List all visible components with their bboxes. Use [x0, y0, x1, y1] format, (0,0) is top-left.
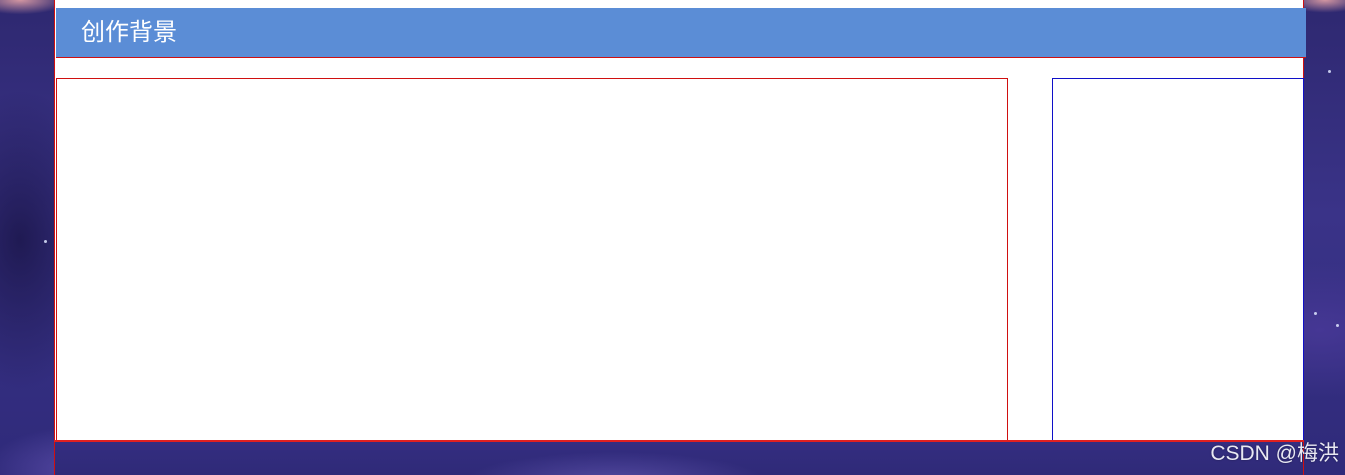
- section-title: 创作背景: [81, 19, 177, 46]
- section-header: 创作背景: [56, 8, 1306, 58]
- csdn-watermark: CSDN @梅洪: [1210, 442, 1339, 465]
- star-decoration: [1336, 324, 1339, 327]
- main-content-box: [56, 78, 1008, 441]
- side-content-box: [1052, 78, 1304, 441]
- panel-lower-background: [55, 442, 1303, 475]
- star-decoration: [1314, 312, 1317, 315]
- star-decoration: [44, 240, 47, 243]
- star-decoration: [1328, 70, 1331, 73]
